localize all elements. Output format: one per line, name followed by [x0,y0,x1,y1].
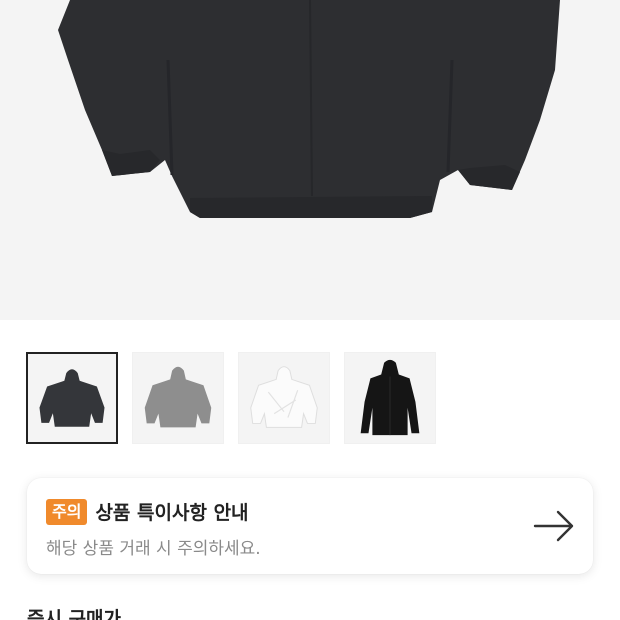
thumb-white[interactable] [238,352,330,444]
product-notice-card[interactable]: 주의 상품 특이사항 안내 해당 상품 거래 시 주의하세요. [27,478,593,574]
thumb-black-front[interactable] [344,352,436,444]
black-hoodie-front-thumbnail [360,359,420,436]
caution-badge: 주의 [46,498,88,525]
product-main-image [0,0,620,320]
black-hoodie-image [58,0,560,218]
arrow-right-icon[interactable] [533,508,575,544]
thumb-gray[interactable] [132,352,224,444]
thumbnail-list [26,352,436,444]
notice-header: 주의 상품 특이사항 안내 [46,498,249,525]
notice-subtitle: 해당 상품 거래 시 주의하세요. [46,539,261,559]
notice-title: 상품 특이사항 안내 [95,502,249,524]
thumb-black[interactable] [26,352,118,444]
section-label-instant-buy: 즉시 구매가 [27,608,122,620]
gray-hoodie-thumbnail [144,366,212,428]
black-hoodie-thumbnail [39,369,105,427]
white-hoodie-thumbnail [250,366,318,428]
